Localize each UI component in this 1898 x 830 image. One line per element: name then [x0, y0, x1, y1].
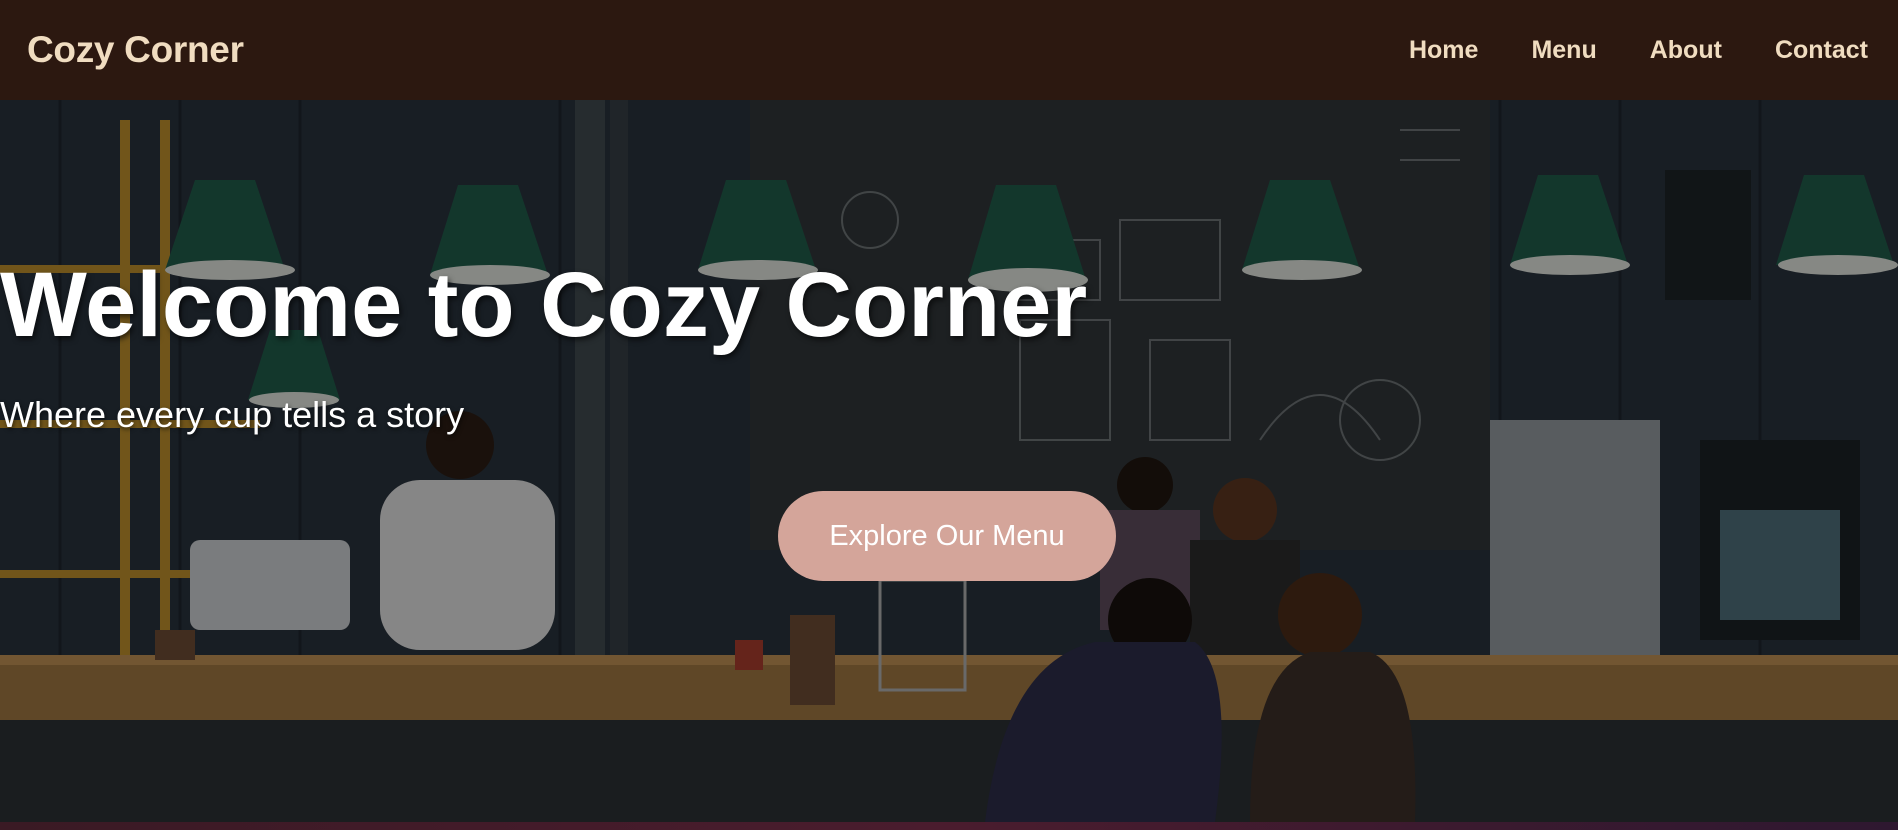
nav-link-contact[interactable]: Contact: [1775, 36, 1868, 65]
hero-title: Welcome to Cozy Corner: [0, 254, 1088, 356]
nav-link-about[interactable]: About: [1650, 36, 1722, 65]
nav-links: Home Menu About Contact: [1356, 36, 1868, 65]
hero-subtitle: Where every cup tells a story: [0, 394, 465, 435]
hero-dark-overlay: [0, 100, 1898, 822]
top-navbar: Cozy Corner Home Menu About Contact: [0, 0, 1898, 100]
explore-menu-button[interactable]: Explore Our Menu: [778, 491, 1116, 581]
next-section-edge: [0, 822, 1898, 830]
nav-link-home[interactable]: Home: [1409, 36, 1478, 65]
hero-section: Welcome to Cozy Corner Where every cup t…: [0, 100, 1898, 822]
site-logo[interactable]: Cozy Corner: [27, 29, 244, 71]
nav-link-menu[interactable]: Menu: [1531, 36, 1596, 65]
